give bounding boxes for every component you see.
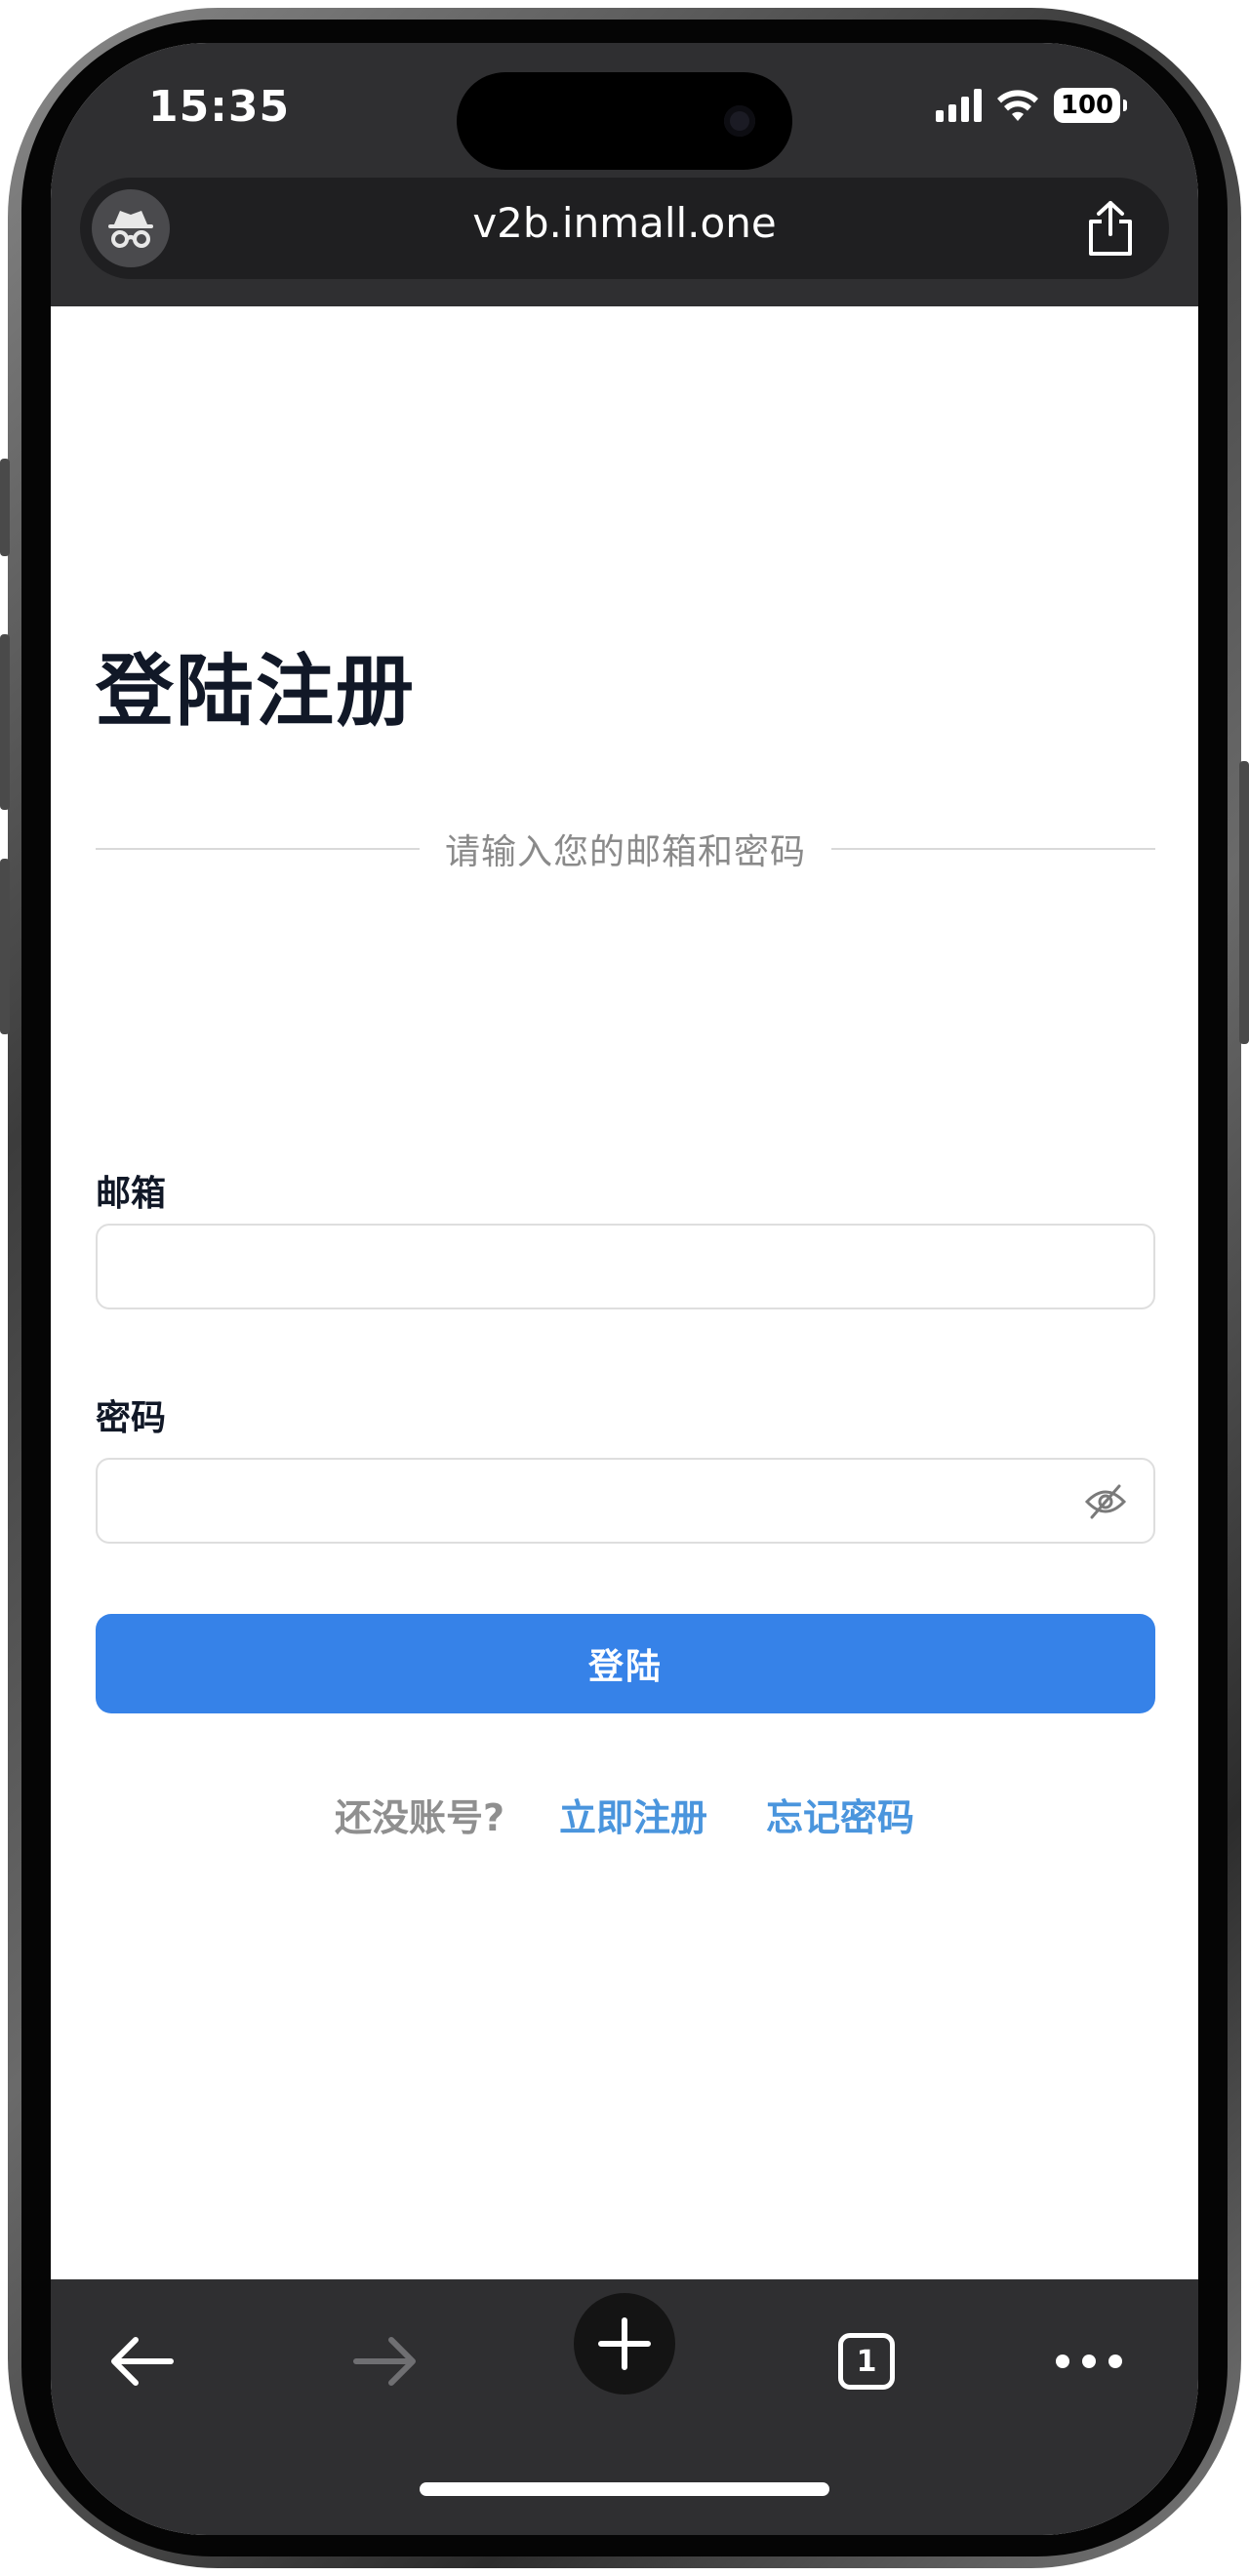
divider-line-right xyxy=(831,848,1156,850)
forgot-password-link[interactable]: 忘记密码 xyxy=(766,1788,914,1841)
dynamic-island xyxy=(457,72,792,170)
status-time: 15:35 xyxy=(148,82,291,132)
email-label: 邮箱 xyxy=(96,1174,167,1214)
address-bar[interactable]: v2b.inmall.one xyxy=(80,178,1169,279)
password-label: 密码 xyxy=(96,1398,167,1438)
login-button[interactable]: 登陆 xyxy=(96,1614,1155,1713)
front-camera xyxy=(724,105,755,137)
page-title: 登陆注册 xyxy=(96,646,416,737)
phone-frame: 15:35 100 v2b.inmall.one 登陆注册 请输入您的邮箱和密码… xyxy=(0,0,1249,2576)
share-icon[interactable] xyxy=(1081,197,1140,260)
url-text[interactable]: v2b.inmall.one xyxy=(80,199,1169,247)
back-button[interactable] xyxy=(94,2313,191,2410)
tabs-icon: 1 xyxy=(838,2333,895,2390)
cellular-signal-icon xyxy=(936,89,982,122)
plus-icon xyxy=(598,2317,651,2370)
forward-button[interactable] xyxy=(336,2313,433,2410)
new-tab-button[interactable] xyxy=(574,2293,675,2395)
subtitle-divider: 请输入您的邮箱和密码 xyxy=(96,820,1156,878)
more-icon xyxy=(1056,2355,1122,2368)
browser-bottom-toolbar: 1 xyxy=(51,2279,1198,2535)
side-button-volume-up xyxy=(0,634,10,810)
battery-indicator: 100 xyxy=(1054,88,1127,123)
auth-links-row: 还没账号? 立即注册 忘记密码 xyxy=(51,1788,1198,1841)
screen: 15:35 100 v2b.inmall.one 登陆注册 请输入您的邮箱和密码… xyxy=(51,43,1198,2535)
more-button[interactable] xyxy=(1040,2313,1138,2410)
password-input[interactable] xyxy=(96,1458,1155,1544)
tabs-button[interactable]: 1 xyxy=(818,2313,915,2410)
arrow-left-icon xyxy=(111,2337,174,2386)
divider-line-left xyxy=(96,848,420,850)
side-button-volume-down xyxy=(0,859,10,1034)
no-account-text: 还没账号? xyxy=(334,1796,504,1839)
register-link[interactable]: 立即注册 xyxy=(559,1788,707,1841)
email-input[interactable] xyxy=(96,1224,1155,1309)
home-indicator[interactable] xyxy=(420,2482,829,2496)
side-button-action xyxy=(0,459,10,556)
arrow-right-icon xyxy=(353,2337,416,2386)
browser-top-bar: 15:35 100 v2b.inmall.one xyxy=(51,43,1198,306)
wifi-icon xyxy=(997,90,1038,121)
side-button-power xyxy=(1239,761,1249,1044)
status-icons: 100 xyxy=(936,88,1127,123)
eye-off-icon[interactable] xyxy=(1081,1477,1130,1526)
subtitle-text: 请输入您的邮箱和密码 xyxy=(445,832,807,872)
